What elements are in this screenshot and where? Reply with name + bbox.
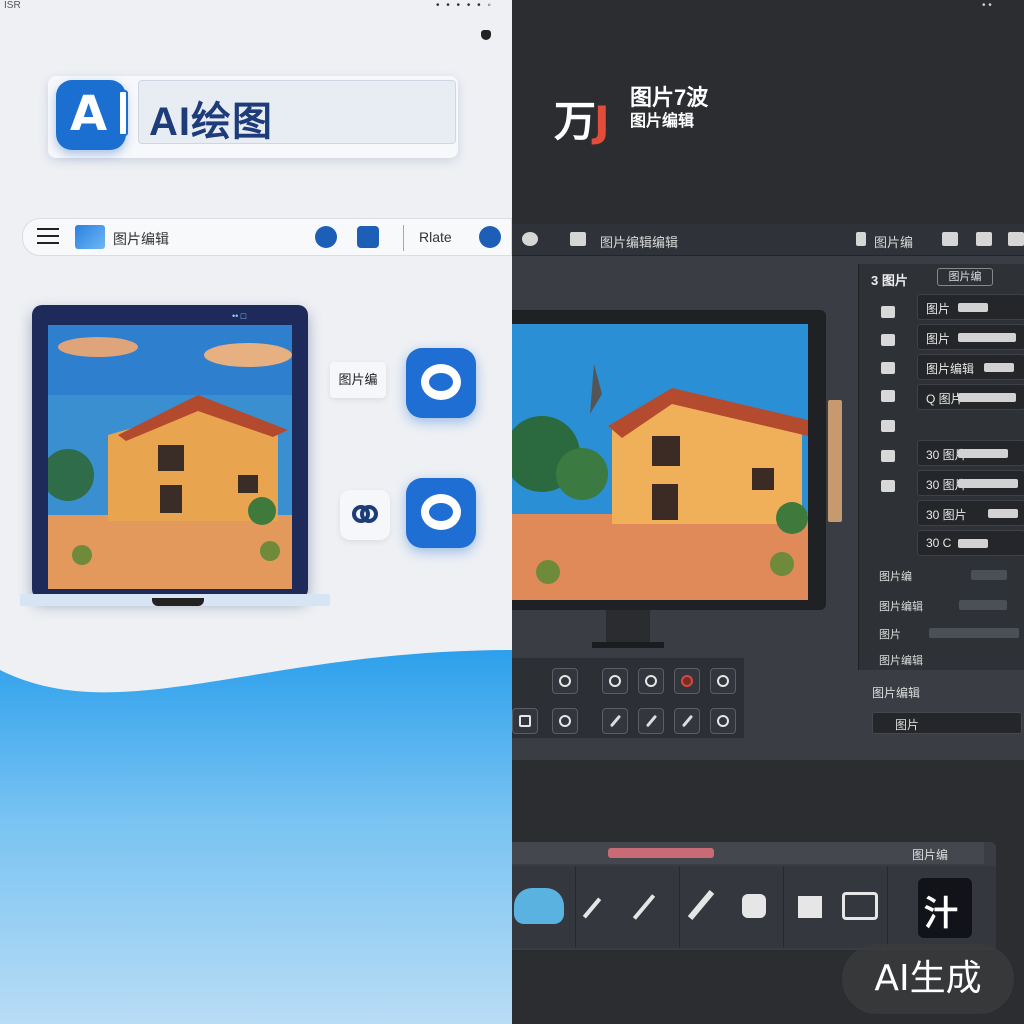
- sub-label: 图片编辑: [879, 601, 923, 613]
- chat-icon[interactable]: [942, 232, 958, 246]
- brand-mark: 万J: [554, 97, 610, 146]
- window-icon[interactable]: [842, 892, 878, 920]
- monitor-preview: [512, 310, 826, 610]
- crop-icon[interactable]: [881, 306, 895, 318]
- toolbar-label: 图片编辑: [113, 231, 169, 247]
- editor-title: 图片编辑编辑: [600, 235, 679, 250]
- edit-circle-icon[interactable]: [479, 226, 501, 248]
- sub-label: 图片: [879, 629, 901, 641]
- toolbar-right-label: Rlate: [419, 229, 452, 245]
- dot-tool[interactable]: [552, 708, 578, 734]
- pencil-tool[interactable]: [674, 708, 700, 734]
- light-theme-panel: ISR • • • • • ◦ A AI绘图 图片编辑 Rlate •• □ 图…: [0, 0, 512, 1024]
- tool-palette: [512, 658, 744, 738]
- eraser-icon[interactable]: [881, 390, 895, 402]
- editor-bar-label: 图片编: [874, 235, 914, 250]
- sub-label: 图片编辑: [879, 655, 923, 667]
- drop-icon[interactable]: [881, 450, 895, 462]
- stack-icon[interactable]: [881, 420, 895, 432]
- frame-tool[interactable]: [512, 708, 538, 734]
- preview-image[interactable]: [48, 325, 292, 589]
- chat-bubble-icon[interactable]: [406, 348, 476, 418]
- sub-label: 图片编: [879, 571, 912, 583]
- editor-titlebar: 图片编辑编辑 图片编: [512, 224, 1024, 256]
- link-icon[interactable]: [340, 490, 390, 540]
- corner-dots: • •: [982, 0, 992, 11]
- property-row[interactable]: 30 图片: [917, 440, 1024, 466]
- tablet-status: •• □: [232, 311, 247, 321]
- property-row[interactable]: 30 C: [917, 530, 1024, 556]
- house-painting: [48, 325, 292, 589]
- bucket-icon[interactable]: [742, 894, 766, 918]
- properties-panel: 3 图片 图片编 图片 图片 图片编辑 Q 图片 30 图片 30 图片 30 …: [858, 264, 1024, 670]
- levels-icon[interactable]: [881, 334, 895, 346]
- top-toolbar: 图片编辑 Rlate: [22, 218, 512, 256]
- app-logo-icon: A: [56, 80, 128, 150]
- ai-generated-watermark: AI生成: [842, 944, 1014, 1014]
- brand-text: 图片7波 图片编辑: [630, 85, 709, 131]
- spiral-icon[interactable]: [315, 226, 337, 248]
- smudge-tool[interactable]: [710, 708, 736, 734]
- menu-icon[interactable]: [37, 228, 59, 246]
- logo-badge-text: A: [70, 86, 108, 142]
- app-title: AI绘图: [149, 100, 273, 144]
- app-title-box[interactable]: AI绘图: [138, 80, 456, 144]
- dock-label: 图片编: [912, 848, 949, 862]
- house-painting: [512, 324, 808, 600]
- side-row[interactable]: 图片: [872, 712, 1022, 734]
- property-row[interactable]: Q 图片: [917, 384, 1024, 410]
- circle-tool[interactable]: [602, 668, 628, 694]
- property-row[interactable]: 30 图片: [917, 470, 1024, 496]
- panel-header-button[interactable]: 图片编: [937, 268, 993, 286]
- brush-tool[interactable]: [638, 708, 664, 734]
- tablet-preview: •• □: [32, 305, 308, 599]
- property-row[interactable]: 图片: [917, 324, 1024, 350]
- property-row[interactable]: 30 图片: [917, 500, 1024, 526]
- panel-header: 3 图片: [871, 273, 908, 288]
- feature-label-chip[interactable]: 图片编: [330, 362, 386, 398]
- dock-progress[interactable]: [608, 848, 714, 858]
- property-row[interactable]: 图片编辑: [917, 354, 1024, 380]
- lasso-tool[interactable]: [552, 668, 578, 694]
- export-app-icon[interactable]: 汁: [918, 878, 972, 938]
- dark-theme-panel: • • 万J 图片7波 图片编辑 图片编辑编辑 图片编 3 图片 图片编 图片 …: [512, 0, 1024, 1024]
- app-logo-card: A AI绘图: [48, 76, 458, 158]
- preview-image[interactable]: [512, 324, 808, 600]
- image-icon[interactable]: [357, 226, 379, 248]
- blue-wave-background: [0, 650, 512, 1024]
- cloud-icon[interactable]: [514, 888, 564, 924]
- sub-slider[interactable]: [929, 628, 1019, 638]
- pin-icon[interactable]: [856, 232, 866, 246]
- property-row[interactable]: 图片: [917, 294, 1024, 320]
- sub-slider[interactable]: [959, 600, 1007, 610]
- grid-icon[interactable]: [976, 232, 992, 246]
- gear-icon[interactable]: [522, 232, 538, 246]
- layer-icon[interactable]: [570, 232, 586, 246]
- toolbar-divider: [403, 225, 404, 251]
- swirl-icon[interactable]: [881, 480, 895, 492]
- editor-window: 图片编辑编辑 图片编 3 图片 图片编 图片 图片 图片编辑 Q 图片 30 图…: [512, 224, 1024, 760]
- pen-tool[interactable]: [602, 708, 628, 734]
- record-tool[interactable]: [674, 668, 700, 694]
- brush-icon[interactable]: [881, 362, 895, 374]
- window-controls[interactable]: • • • • • ◦: [436, 0, 493, 11]
- sub-slider[interactable]: [971, 570, 1007, 580]
- pin-icon[interactable]: [481, 30, 491, 40]
- vertical-slider[interactable]: [828, 400, 842, 522]
- refresh-icon[interactable]: [406, 478, 476, 548]
- flag-icon[interactable]: [1008, 232, 1024, 246]
- stamp-tool[interactable]: [710, 668, 736, 694]
- side-label: 图片编辑: [872, 686, 921, 700]
- corner-text: ISR: [4, 0, 21, 11]
- clipboard-icon[interactable]: [798, 896, 822, 918]
- image-thumbnail-icon[interactable]: [75, 225, 105, 249]
- ring-tool[interactable]: [638, 668, 664, 694]
